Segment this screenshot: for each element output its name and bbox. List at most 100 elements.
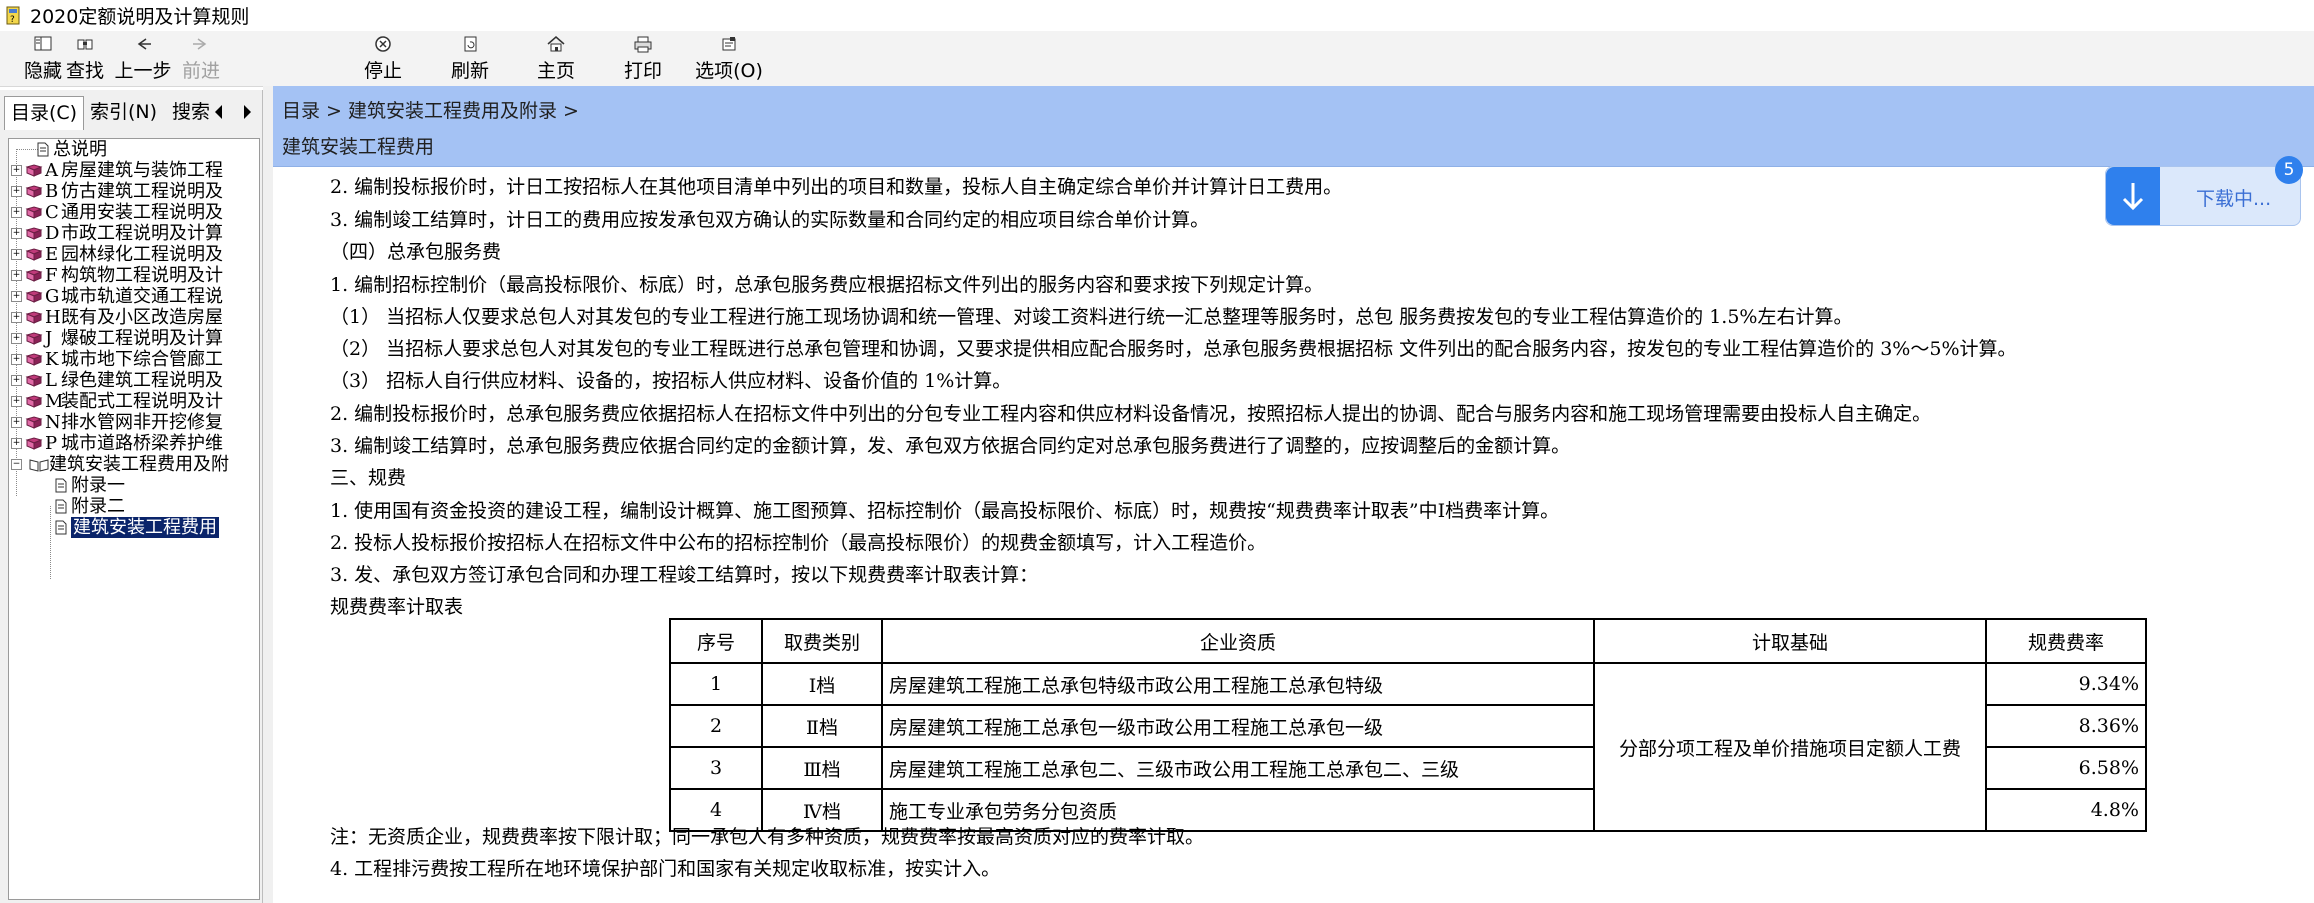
expand-toggle[interactable]: + bbox=[11, 165, 22, 176]
expand-toggle[interactable]: + bbox=[11, 375, 22, 386]
book-icon bbox=[25, 353, 43, 366]
qualification: 房屋建筑工程施工总承包特级市政公用工程施工总承包特级 bbox=[881, 662, 1595, 706]
print-button[interactable]: 打印 bbox=[600, 33, 686, 83]
tab-contents[interactable]: 目录(C) bbox=[4, 96, 85, 130]
stop-button[interactable]: 停止 bbox=[340, 33, 426, 83]
book-icon bbox=[25, 185, 43, 198]
paragraph: （2） 当招标人要求总包人对其发包的专业工程既进行总承包管理和协调，又要求提供相… bbox=[330, 338, 2017, 360]
fee-rate: 6.58% bbox=[1985, 746, 2147, 790]
fee-rate-table: 序号 取费类别 企业资质 计取基础 规费费率 1 Ⅰ档 房屋建筑工程施工总承包特… bbox=[669, 618, 2147, 832]
document-icon bbox=[55, 520, 67, 535]
section-heading: （四）总承包服务费 bbox=[330, 241, 502, 263]
row-number: 3 bbox=[669, 746, 763, 790]
expand-toggle[interactable]: + bbox=[11, 249, 22, 260]
tree-item-n[interactable]: + N 排水管网非开挖修复 bbox=[9, 412, 259, 433]
column-header: 企业资质 bbox=[881, 618, 1595, 664]
document-icon bbox=[37, 142, 49, 157]
scroll-tabs-right-icon[interactable] bbox=[240, 103, 254, 121]
open-book-icon bbox=[29, 459, 49, 472]
expand-toggle[interactable]: + bbox=[11, 270, 22, 281]
book-icon bbox=[25, 332, 43, 345]
download-arrow-box bbox=[2106, 167, 2160, 225]
book-icon bbox=[25, 206, 43, 219]
contents-tree: 总说明 + A 房屋建筑与装饰工程 + B 仿古建筑工程说明及 + C 通用安装工程说明及 + D 市… bbox=[8, 138, 260, 900]
home-icon bbox=[547, 36, 565, 52]
refresh-button[interactable]: 刷新 bbox=[427, 33, 513, 83]
paragraph: （1） 当招标人仅要求总包人对其发包的专业工程进行施工现场协调和统一管理、对竣工… bbox=[330, 306, 1853, 328]
expand-toggle[interactable]: + bbox=[11, 354, 22, 365]
tree-item-k[interactable]: + K 城市地下综合管廊工 bbox=[9, 349, 259, 370]
tree-item-l[interactable]: + L 绿色建筑工程说明及 bbox=[9, 370, 259, 391]
tree-item-f[interactable]: + F 构筑物工程说明及计 bbox=[9, 265, 259, 286]
column-header: 计取基础 bbox=[1593, 618, 1987, 664]
expand-toggle[interactable]: + bbox=[11, 438, 22, 449]
topic-header: 目录 > 建筑安装工程费用及附录 > 建筑安装工程费用 bbox=[273, 86, 2314, 167]
collapse-toggle[interactable]: − bbox=[11, 459, 22, 470]
home-button[interactable]: 主页 bbox=[513, 33, 599, 83]
book-icon bbox=[25, 374, 43, 387]
tab-index[interactable]: 索引(N) bbox=[84, 96, 164, 128]
tree-item-m[interactable]: + M 装配式工程说明及计 bbox=[9, 391, 259, 412]
fee-rate: 9.34% bbox=[1985, 662, 2147, 706]
expand-toggle[interactable]: + bbox=[11, 207, 22, 218]
tree-item-j[interactable]: + J 爆破工程说明及计算 bbox=[9, 328, 259, 349]
pane-splitter[interactable] bbox=[263, 86, 273, 903]
tree-item-p[interactable]: + P 城市道路桥梁养护维 bbox=[9, 433, 259, 454]
qualification: 房屋建筑工程施工总承包一级市政公用工程施工总承包一级 bbox=[881, 704, 1595, 748]
tree-item-g[interactable]: + G 城市轨道交通工程说 bbox=[9, 286, 259, 307]
expand-toggle[interactable]: + bbox=[11, 312, 22, 323]
tree-item-install-fees[interactable]: 建筑安装工程费用 bbox=[9, 517, 259, 538]
navigation-tabs: 目录(C) 索引(N) 搜索 bbox=[0, 96, 262, 130]
help-book-icon: ? bbox=[6, 6, 20, 25]
tree-item-appendix-1[interactable]: 附录一 bbox=[9, 475, 259, 496]
back-arrow-icon bbox=[137, 38, 151, 50]
table-header-row: 序号 取费类别 企业资质 计取基础 规费费率 bbox=[669, 618, 2147, 664]
tree-item-d[interactable]: + D 市政工程说明及计算 bbox=[9, 223, 259, 244]
tree-item-e[interactable]: + E 园林绿化工程说明及 bbox=[9, 244, 259, 265]
expand-toggle[interactable]: + bbox=[11, 396, 22, 407]
qualification: 房屋建筑工程施工总承包二、三级市政公用工程施工总承包二、三级 bbox=[881, 746, 1595, 790]
tree-item-general[interactable]: 总说明 bbox=[9, 139, 259, 160]
table-caption: 规费费率计取表 bbox=[330, 596, 464, 618]
scroll-tabs-left-icon[interactable] bbox=[212, 103, 226, 121]
document-icon bbox=[55, 478, 67, 493]
tree-item-h[interactable]: + H 既有及小区改造房屋 bbox=[9, 307, 259, 328]
calculation-basis: 分部分项工程及单价措施项目定额人工费 bbox=[1593, 662, 1987, 832]
tree-item-b[interactable]: + B 仿古建筑工程说明及 bbox=[9, 181, 259, 202]
book-icon bbox=[25, 227, 43, 240]
download-count-badge: 5 bbox=[2275, 156, 2303, 184]
book-icon bbox=[25, 269, 43, 282]
tree-folder-install-fees[interactable]: − 建筑安装工程费用及附 bbox=[9, 454, 259, 475]
tree-item-appendix-2[interactable]: 附录二 bbox=[9, 496, 259, 517]
document-body: 2. 编制投标报价时，计日工按招标人在其他项目清单中列出的项目和数量，投标人自主… bbox=[273, 167, 2314, 903]
book-icon bbox=[25, 437, 43, 450]
document-icon bbox=[55, 499, 67, 514]
row-number: 2 bbox=[669, 704, 763, 748]
paragraph: 2. 投标人投标报价按招标人在招标文件中公布的招标控制价（最高投标限价）的规费金… bbox=[330, 532, 1267, 554]
book-icon bbox=[25, 248, 43, 261]
expand-toggle[interactable]: + bbox=[11, 228, 22, 239]
paragraph: （3） 招标人自行供应材料、设备的，按招标人供应材料、设备价值的 1%计算。 bbox=[330, 370, 1012, 392]
book-icon bbox=[25, 290, 43, 303]
options-icon bbox=[722, 37, 736, 51]
column-header: 规费费率 bbox=[1985, 618, 2147, 664]
book-icon bbox=[25, 416, 43, 429]
paragraph: 4. 工程排污费按工程所在地环境保护部门和国家有关规定收取标准，按实计入。 bbox=[330, 858, 1001, 880]
navigation-pane: 目录(C) 索引(N) 搜索 总说明 + A 房屋建筑与装饰工程 + B 仿古建筑工程说明… bbox=[0, 90, 263, 903]
window-title: 2020定额说明及计算规则 bbox=[30, 6, 250, 28]
expand-toggle[interactable]: + bbox=[11, 417, 22, 428]
tree-item-c[interactable]: + C 通用安装工程说明及 bbox=[9, 202, 259, 223]
options-button[interactable]: 选项(O) bbox=[686, 33, 772, 83]
forward-button[interactable]: 前进 bbox=[158, 33, 244, 83]
expand-toggle[interactable]: + bbox=[11, 291, 22, 302]
breadcrumb[interactable]: 目录 > 建筑安装工程费用及附录 > bbox=[282, 96, 579, 123]
stop-icon bbox=[375, 36, 391, 52]
table-row: 1 Ⅰ档 房屋建筑工程施工总承包特级市政公用工程施工总承包特级 分部分项工程及单… bbox=[669, 662, 2147, 832]
download-widget[interactable]: 下载中... bbox=[2105, 166, 2301, 226]
tree-item-a[interactable]: + A 房屋建筑与装饰工程 bbox=[9, 160, 259, 181]
paragraph: 3. 发、承包双方签订承包合同和办理工程竣工结算时，按以下规费费率计取表计算： bbox=[330, 564, 1039, 586]
download-status: 下载中... bbox=[2196, 188, 2272, 210]
expand-toggle[interactable]: + bbox=[11, 186, 22, 197]
tab-search[interactable]: 搜索 bbox=[166, 96, 217, 128]
expand-toggle[interactable]: + bbox=[11, 333, 22, 344]
